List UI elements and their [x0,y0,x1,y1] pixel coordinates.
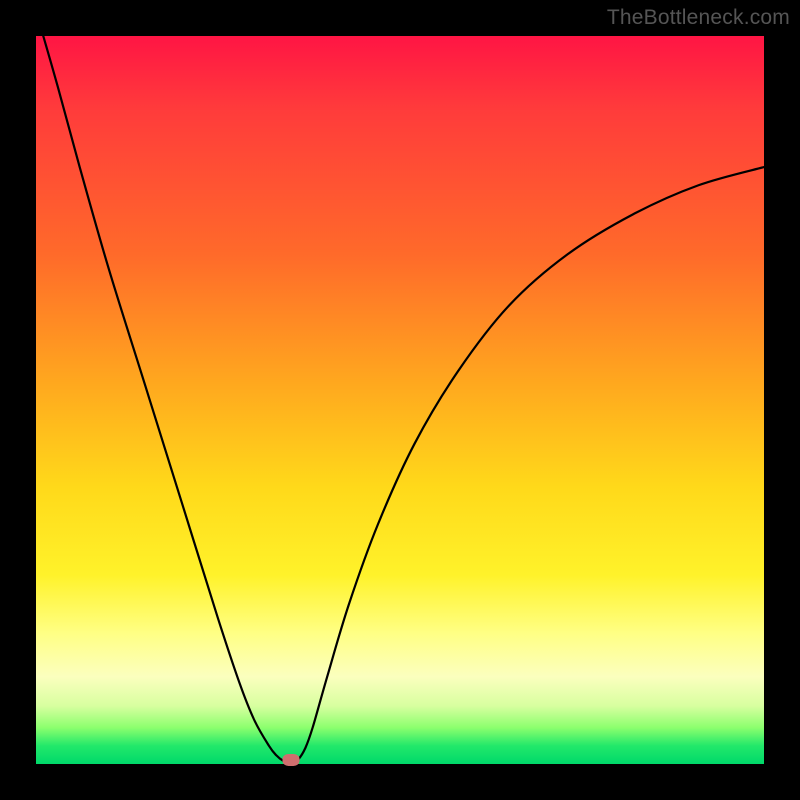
optimal-point-marker [282,754,299,766]
watermark-text: TheBottleneck.com [607,6,790,30]
plot-area [36,36,764,764]
bottleneck-curve [36,36,764,764]
chart-frame: TheBottleneck.com [0,0,800,800]
